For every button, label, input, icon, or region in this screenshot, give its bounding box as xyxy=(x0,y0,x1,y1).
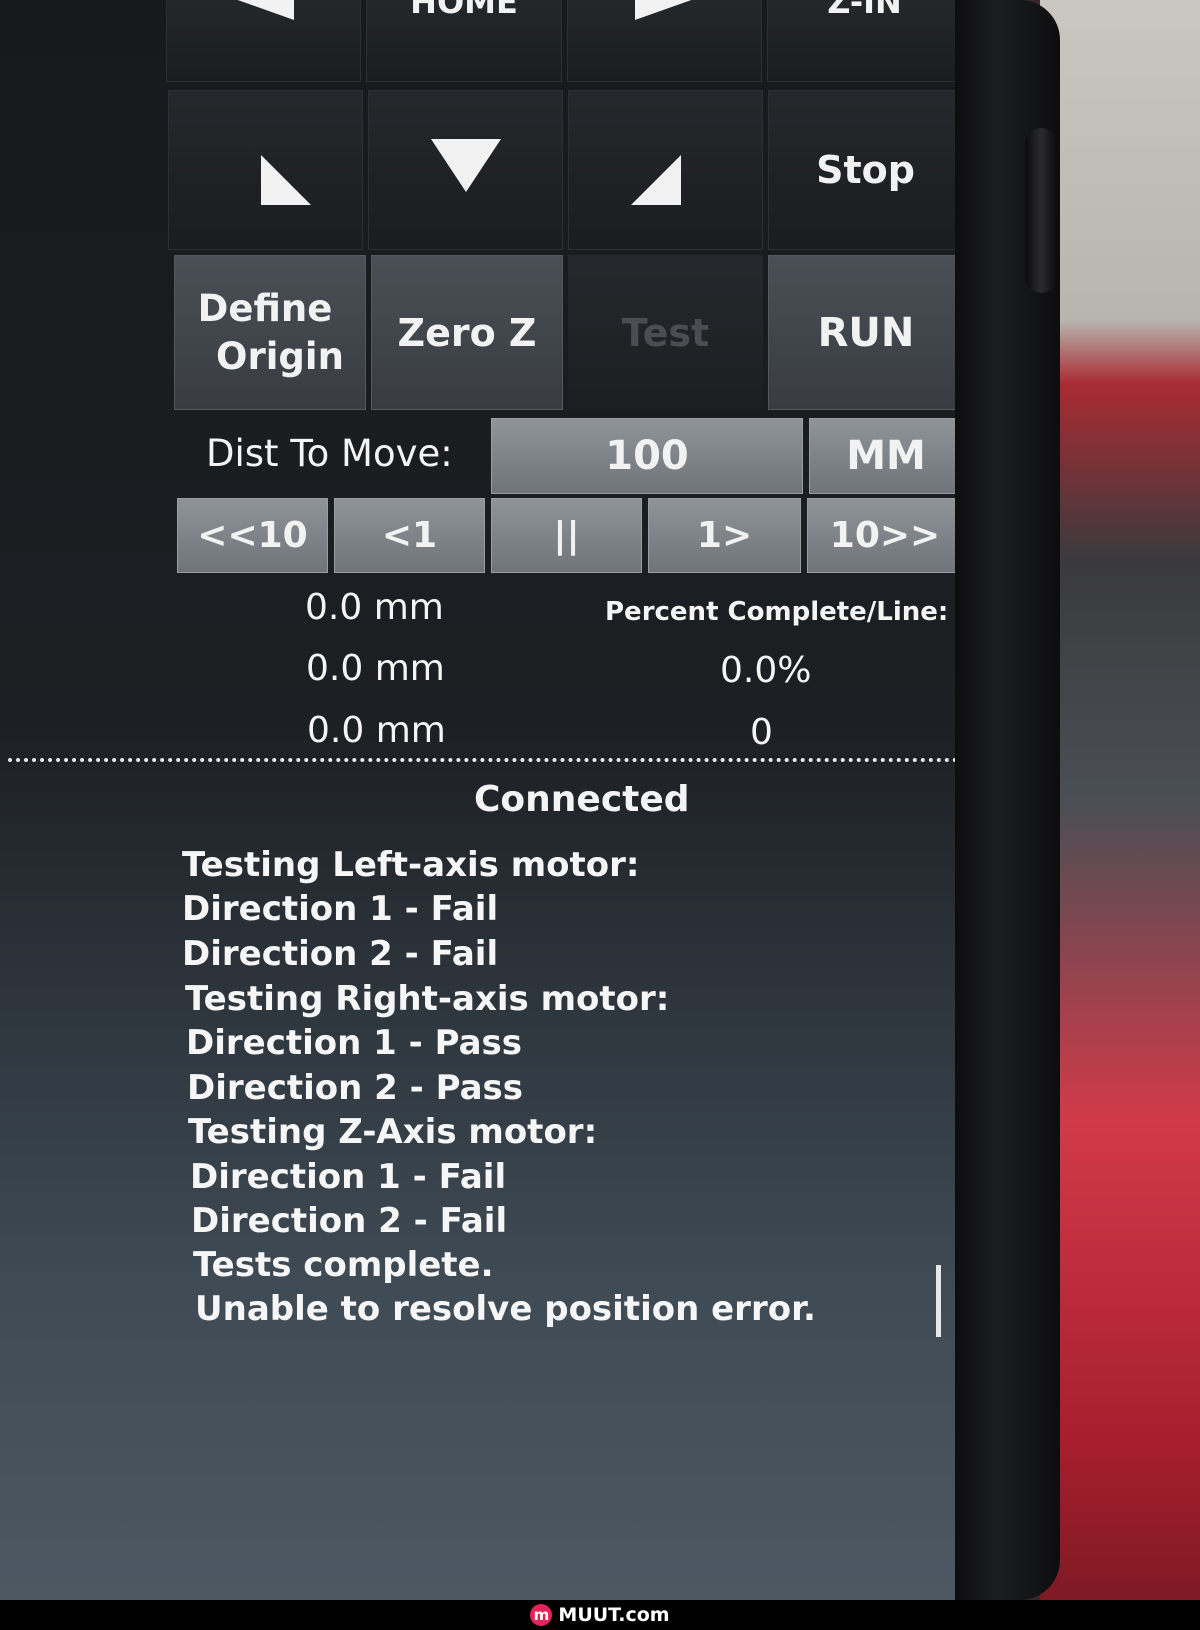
run-button[interactable]: RUN xyxy=(768,255,955,410)
zero-z-label: Zero Z xyxy=(397,310,537,355)
step-back-10-button[interactable]: <<10 xyxy=(177,498,328,573)
log-line: Direction 1 - Pass xyxy=(186,1023,523,1063)
step-back-1-button[interactable]: <1 xyxy=(334,498,485,573)
move-down-left-button[interactable] xyxy=(168,90,363,250)
footer-watermark: m MUUT.com xyxy=(0,1600,1200,1630)
log-line: Testing Left-axis motor: xyxy=(182,845,640,885)
define-origin-label-line1: Define xyxy=(197,286,333,330)
progress-label: Percent Complete/Line: xyxy=(605,597,949,627)
distance-value-field[interactable]: 100 xyxy=(491,418,803,494)
step-back-10-label: <<10 xyxy=(197,515,308,556)
units-toggle-button[interactable]: MM xyxy=(809,418,955,494)
move-down-right-button[interactable] xyxy=(568,90,763,250)
log-line: Direction 2 - Pass xyxy=(187,1068,524,1108)
pause-button[interactable]: || xyxy=(491,498,642,573)
position-y-readout: 0.0 mm xyxy=(306,648,445,689)
log-scrollbar[interactable] xyxy=(936,1265,941,1337)
connection-status: Connected xyxy=(474,779,690,820)
log-line: Direction 2 - Fail xyxy=(182,934,499,974)
log-line: Direction 1 - Fail xyxy=(182,889,499,929)
arrow-right-icon xyxy=(634,0,691,20)
position-z-readout: 0.0 mm xyxy=(307,710,446,751)
move-right-button[interactable] xyxy=(567,0,762,82)
step-forward-1-label: 1> xyxy=(696,515,753,556)
app-screen: HOME Z-IN Stop Define Origin Zero Z Test… xyxy=(0,0,955,1600)
distance-label: Dist To Move: xyxy=(206,432,453,475)
arrow-down-right-icon xyxy=(630,155,681,205)
log-line: Tests complete. xyxy=(193,1245,494,1285)
divider xyxy=(8,758,955,762)
zero-z-button[interactable]: Zero Z xyxy=(371,255,563,410)
progress-line: 0 xyxy=(750,712,773,753)
progress-percent: 0.0% xyxy=(720,650,812,691)
log-line: Direction 1 - Fail xyxy=(190,1157,507,1197)
pause-icon: || xyxy=(553,515,580,556)
run-label: RUN xyxy=(817,309,915,356)
arrow-down-icon xyxy=(430,139,501,192)
z-in-label: Z-IN xyxy=(827,0,902,21)
step-forward-10-label: 10>> xyxy=(829,515,941,556)
move-left-button[interactable] xyxy=(166,0,361,82)
background-scene xyxy=(1040,0,1200,1600)
define-origin-button[interactable]: Define Origin xyxy=(174,255,366,410)
photo-background: HOME Z-IN Stop Define Origin Zero Z Test… xyxy=(0,0,1200,1600)
home-label: HOME xyxy=(410,0,518,21)
device-side-button xyxy=(1025,128,1057,293)
stop-button[interactable]: Stop xyxy=(768,90,955,250)
log-line: Testing Right-axis motor: xyxy=(185,979,670,1019)
position-x-readout: 0.0 mm xyxy=(305,587,444,628)
muut-logo-icon: m xyxy=(530,1604,553,1626)
test-label: Test xyxy=(621,310,710,355)
z-in-button[interactable]: Z-IN xyxy=(767,0,955,82)
log-line: Direction 2 - Fail xyxy=(191,1201,508,1241)
step-forward-1-button[interactable]: 1> xyxy=(648,498,801,573)
arrow-down-left-icon xyxy=(260,155,311,205)
log-line: Unable to resolve position error. xyxy=(195,1289,816,1329)
units-label: MM xyxy=(846,433,926,479)
stop-label: Stop xyxy=(816,148,915,192)
define-origin-label-line2: Origin xyxy=(216,334,344,378)
move-down-button[interactable] xyxy=(368,90,563,250)
home-button[interactable]: HOME xyxy=(366,0,562,82)
log-line: Testing Z-Axis motor: xyxy=(188,1112,598,1152)
step-back-1-label: <1 xyxy=(381,515,438,556)
test-button[interactable]: Test xyxy=(568,255,763,410)
step-forward-10-button[interactable]: 10>> xyxy=(807,498,955,573)
distance-value: 100 xyxy=(605,433,689,479)
arrow-left-icon xyxy=(237,0,294,20)
footer-site: MUUT.com xyxy=(558,1604,670,1626)
